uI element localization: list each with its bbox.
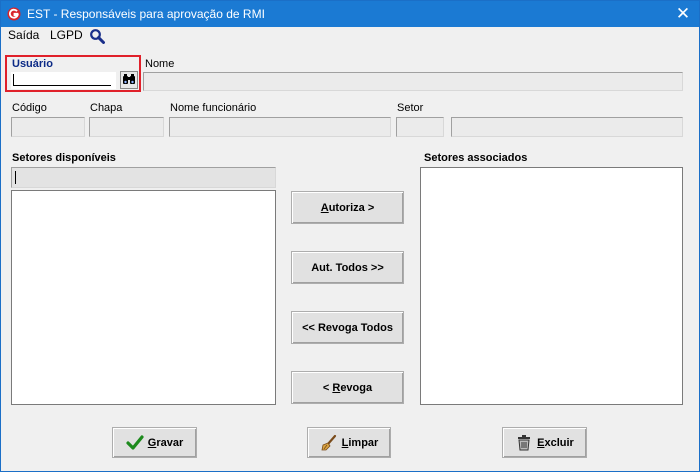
limpar-label: Limpar [341,436,379,449]
close-button[interactable]: ✕ [673,4,693,24]
codigo-label: Código [12,102,47,114]
setores-associados-list[interactable] [420,167,683,405]
checkmark-icon [126,434,144,450]
gravar-label: Gravar [147,436,184,449]
excluir-label: Excluir [537,436,574,449]
app-logo-icon [7,7,21,21]
menu-bar: Saída LGPD [1,27,699,45]
broom-icon [321,434,336,450]
search-icon[interactable] [89,28,105,44]
setores-associados-label: Setores associados [424,152,528,164]
nome-funcionario-label: Nome funcionário [170,102,257,114]
close-icon: ✕ [675,4,691,23]
gravar-button[interactable]: Gravar [112,427,197,458]
nome-funcionario-field [169,117,391,137]
revoga-todos-label: << Revoga Todos [302,321,393,334]
aut-todos-label: Aut. Todos >> [311,261,384,274]
nome-field [143,72,683,91]
text-caret [15,171,16,184]
codigo-field [11,117,85,137]
autoriza-button[interactable]: Autoriza > [291,191,404,224]
chapa-field [89,117,164,137]
autoriza-label: Autoriza > [320,201,375,214]
trash-icon [518,434,531,450]
revoga-button[interactable]: < Revoga [291,371,404,404]
excluir-button[interactable]: Excluir [502,427,587,458]
setor-label: Setor [397,102,424,114]
setores-disponiveis-filter[interactable] [11,167,276,188]
setor-desc-field [451,117,683,137]
revoga-todos-button[interactable]: << Revoga Todos [291,311,404,344]
usuario-highlight-box [5,55,141,92]
limpar-button[interactable]: Limpar [307,427,391,458]
setores-disponiveis-label: Setores disponíveis [12,152,116,164]
chapa-label: Chapa [90,102,123,114]
menu-saida[interactable]: Saída [8,28,39,42]
title-bar: EST - Responsáveis para aprovação de RMI… [1,1,699,27]
revoga-label: < Revoga [322,381,373,394]
menu-lgpd[interactable]: LGPD [50,28,83,42]
setor-code-field [396,117,444,137]
window-title: EST - Responsáveis para aprovação de RMI [27,7,265,21]
aut-todos-button[interactable]: Aut. Todos >> [291,251,404,284]
main-window: EST - Responsáveis para aprovação de RMI… [0,0,700,472]
setores-disponiveis-list[interactable] [11,190,276,405]
nome-label: Nome [145,58,175,70]
